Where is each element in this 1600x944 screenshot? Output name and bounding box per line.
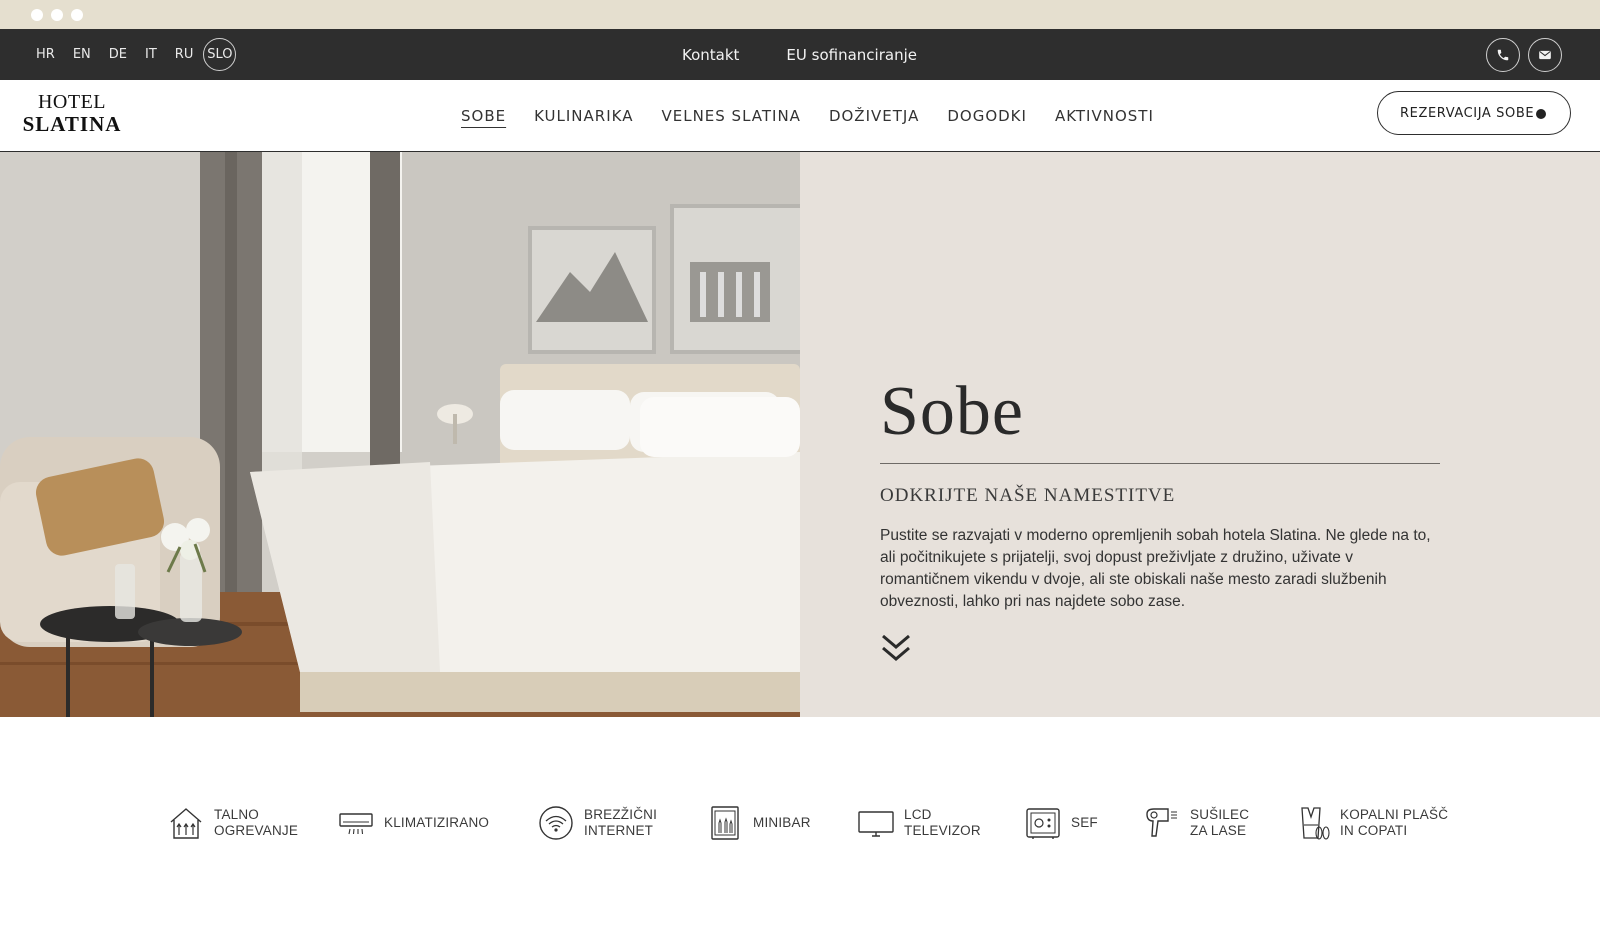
language-switcher: HR EN DE IT RU SLO — [36, 29, 237, 80]
logo-line-2: SLATINA — [22, 112, 122, 136]
dot-icon — [1536, 109, 1546, 119]
reserve-room-button[interactable]: REZERVACIJA SOBE — [1377, 91, 1571, 135]
amenity-minibar: MINIBAR — [707, 805, 811, 841]
reserve-room-label: REZERVACIJA SOBE — [1400, 105, 1535, 121]
amenity-label: LCD TELEVIZOR — [904, 807, 981, 838]
amenity-label: KLIMATIZIRANO — [384, 815, 490, 830]
amenity-label: MINIBAR — [753, 815, 811, 830]
window-dot[interactable] — [31, 9, 43, 21]
amenity-label: SUŠILEC ZA LASE — [1190, 807, 1250, 838]
window-dot[interactable] — [51, 9, 63, 21]
eu-funding-link[interactable]: EU sofinanciranje — [786, 46, 917, 64]
logo-line-1: HOTEL — [37, 91, 107, 113]
nav-item-dogodki[interactable]: DOGODKI — [947, 107, 1027, 125]
intro-paragraph: Pustite se razvajati v moderno opremljen… — [880, 527, 1431, 610]
language-slo-active[interactable]: SLO — [203, 38, 237, 71]
nav-item-kulinarika[interactable]: KULINARIKA — [534, 107, 633, 125]
amenity-label: KOPALNI PLAŠČ IN COPATI — [1340, 807, 1449, 838]
nav-item-aktivnosti[interactable]: AKTIVNOSTI — [1055, 107, 1154, 125]
hero-room-image — [0, 152, 800, 717]
amenity-air-conditioning: KLIMATIZIRANO — [338, 805, 489, 841]
nav-item-sobe[interactable]: SOBE — [461, 107, 506, 125]
top-bar: HR EN DE IT RU SLO Kontakt EU sofinancir… — [0, 29, 1600, 80]
double-chevron-down-icon[interactable] — [880, 632, 912, 668]
floor-heating-icon — [170, 808, 202, 839]
window-chrome — [0, 0, 1600, 29]
safe-icon — [1026, 808, 1060, 839]
phone-button[interactable] — [1486, 38, 1520, 72]
main-header: HOTEL SLATINA SOBE KULINARIKA VELNES SLA… — [0, 80, 1600, 152]
language-de[interactable]: DE — [109, 47, 127, 62]
amenity-hairdryer: SUŠILEC ZA LASE — [1144, 805, 1249, 841]
email-button[interactable] — [1528, 38, 1562, 72]
window-dot[interactable] — [71, 9, 83, 21]
amenity-label: SEF — [1071, 815, 1098, 830]
envelope-icon — [1539, 50, 1551, 60]
minibar-icon — [711, 806, 739, 840]
top-links: Kontakt EU sofinanciranje — [682, 29, 964, 80]
main-nav: SOBE KULINARIKA VELNES SLATINA DOŽIVETJA… — [461, 80, 1182, 152]
wifi-icon — [539, 806, 573, 840]
nav-item-dozivetja[interactable]: DOŽIVETJA — [829, 107, 919, 125]
title-divider — [880, 463, 1440, 464]
page-subtitle: ODKRIJTE NAŠE NAMESTITVE — [880, 485, 1176, 506]
amenity-safe: SEF — [1025, 805, 1098, 841]
hero-panel: Sobe ODKRIJTE NAŠE NAMESTITVE Pustite se… — [800, 152, 1600, 717]
language-hr[interactable]: HR — [36, 47, 55, 62]
amenity-tv: LCD TELEVIZOR — [858, 805, 981, 841]
hairdryer-icon — [1146, 808, 1177, 837]
amenities-section: TALNO OGREVANJE KLIMATIZIRANO BREZŽIČNI … — [0, 717, 1600, 944]
bathrobe-icon — [1301, 807, 1330, 840]
hotel-logo[interactable]: HOTEL SLATINA — [18, 91, 126, 136]
amenity-label: BREZŽIČNI INTERNET — [584, 807, 658, 838]
amenity-bathrobe: KOPALNI PLAŠČ IN COPATI — [1294, 805, 1448, 841]
language-it[interactable]: IT — [145, 47, 157, 62]
language-ru[interactable]: RU — [175, 47, 194, 62]
page-title: Sobe — [880, 373, 1024, 450]
tv-icon — [858, 811, 894, 837]
contact-link[interactable]: Kontakt — [682, 46, 739, 64]
amenity-label: TALNO OGREVANJE — [214, 807, 299, 838]
bedroom-illustration — [0, 152, 800, 717]
nav-item-velnes[interactable]: VELNES SLATINA — [661, 107, 800, 125]
phone-icon — [1497, 49, 1509, 61]
language-en[interactable]: EN — [73, 47, 91, 62]
air-conditioning-icon — [339, 813, 373, 835]
amenity-wifi: BREZŽIČNI INTERNET — [538, 805, 657, 841]
amenity-floor-heating: TALNO OGREVANJE — [168, 805, 298, 841]
